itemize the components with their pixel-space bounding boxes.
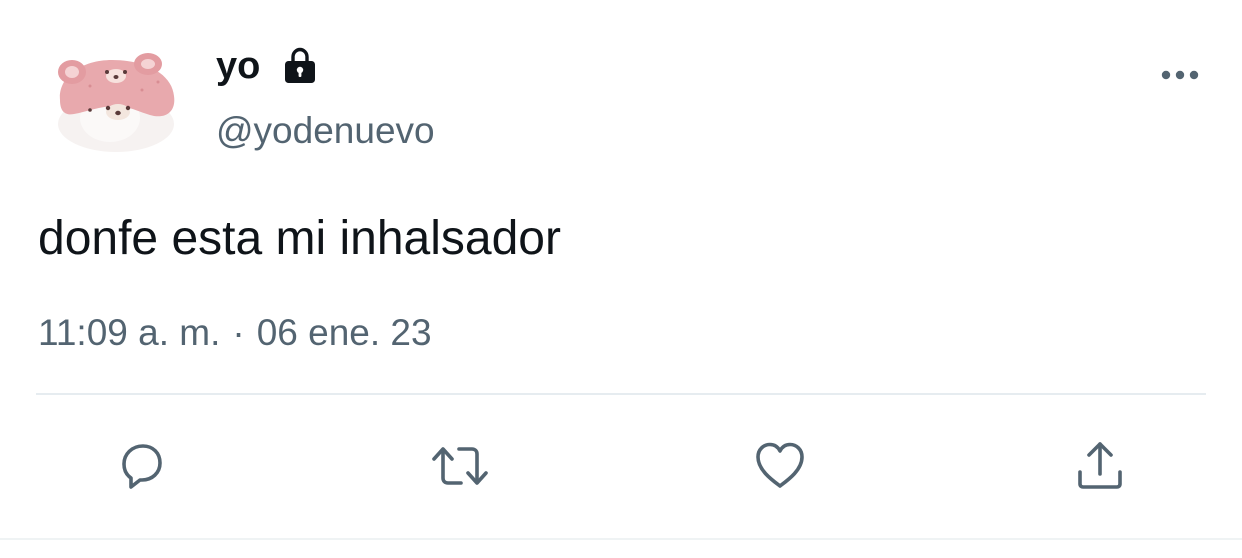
avatar[interactable] <box>50 50 182 154</box>
lock-icon <box>280 46 320 86</box>
tweet-timestamp[interactable]: 11:09 a. m. · 06 ene. 23 <box>38 310 432 356</box>
bottom-divider <box>0 538 1242 540</box>
divider <box>36 393 1206 395</box>
bear-plush-avatar-icon <box>58 53 175 152</box>
tweet-text: donfe esta mi inhalsador <box>38 212 561 265</box>
share-button[interactable] <box>1066 432 1134 500</box>
retweet-button[interactable] <box>426 432 494 500</box>
like-button[interactable] <box>746 432 814 500</box>
share-icon <box>1078 442 1122 489</box>
tweet-date[interactable]: 06 ene. 23 <box>257 312 432 353</box>
meta-separator: · <box>232 312 245 353</box>
more-options-button[interactable] <box>1154 58 1206 92</box>
more-horizontal-icon <box>1161 70 1199 80</box>
author-name-row[interactable]: yo <box>216 42 320 90</box>
reply-button[interactable] <box>108 432 176 500</box>
tweet-time[interactable]: 11:09 a. m. <box>38 312 220 353</box>
retweet-icon <box>432 447 488 485</box>
tweet-detail: yo @yodenuevo donfe esta mi inhalsador 1… <box>0 0 1242 558</box>
display-name[interactable]: yo <box>216 42 260 90</box>
heart-icon <box>756 442 804 488</box>
reply-icon <box>122 444 162 489</box>
author-handle[interactable]: @yodenuevo <box>216 108 435 154</box>
